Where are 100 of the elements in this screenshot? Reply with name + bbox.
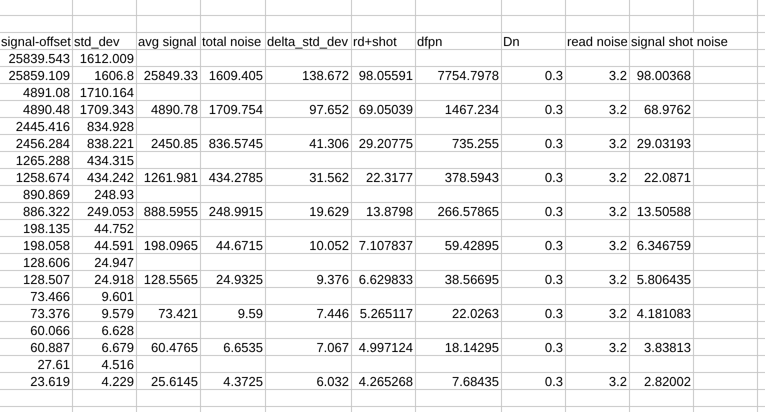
table-cell-text: 38.56695 (444, 271, 500, 287)
table-cell-text: 7.107837 (358, 237, 414, 253)
table-cell-text: 60.066 (29, 322, 71, 338)
table-cell-text: 4.997124 (358, 339, 414, 355)
table-cell-text: 3.2 (608, 101, 628, 117)
table-cell-text: 1710.164 (78, 84, 135, 100)
table-cell-text: 23.619 (29, 373, 71, 389)
table-cell-text: 7754.7978 (436, 67, 500, 83)
table-cell-text: 19.629 (308, 203, 350, 219)
table-cell-text: 4.229 (100, 373, 135, 389)
table-cell-text: 836.5745 (208, 135, 264, 151)
table-cell-text: 434.2785 (208, 169, 264, 185)
table-cell-text: 2456.284 (14, 135, 71, 151)
table-cell-text: 0.3 (544, 271, 564, 287)
table-cell-text: 4.265268 (358, 373, 414, 389)
table-cell-text: 2.82002 (643, 373, 692, 389)
table-cell-text: 25.6145 (150, 373, 199, 389)
table-cell-text: 248.9915 (208, 203, 264, 219)
column-header: signal-offset (0, 33, 72, 49)
table-cell-text: 128.507 (22, 271, 71, 287)
table-cell-text: 9.59 (236, 305, 264, 321)
table-cell-text: 22.3177 (365, 169, 414, 185)
table-cell-text: 97.652 (308, 101, 350, 117)
table-cell-text: 128.606 (22, 254, 71, 270)
table-cell-text: 128.5565 (142, 271, 199, 287)
table-cell-text: 0.3 (544, 373, 564, 389)
table-cell-text: 22.0263 (451, 305, 500, 321)
table-cell-text: 198.058 (22, 237, 71, 253)
table-cell-text: 0.3 (544, 135, 564, 151)
table-cell-text: 41.306 (308, 135, 350, 151)
table-cell-text: 3.2 (608, 305, 628, 321)
table-cell-text: 1612.009 (78, 50, 135, 66)
table-cell-text: 4891.08 (22, 84, 71, 100)
column-header: avg signal (137, 33, 198, 49)
table-cell-text: 1609.405 (208, 67, 264, 83)
table-cell-text: 27.61 (36, 356, 71, 372)
table-cell-text: 60.4765 (150, 339, 199, 355)
table-cell-text: 1261.981 (142, 169, 199, 185)
table-cell-text: 22.0871 (643, 169, 692, 185)
table-cell-text: 59.42895 (444, 237, 500, 253)
table-cell-text: 4890.78 (150, 101, 199, 117)
table-cell-text: 60.887 (29, 339, 71, 355)
table-cell-text: 9.376 (315, 271, 350, 287)
table-cell-text: 434.242 (86, 169, 135, 185)
table-cell-text: 378.5943 (444, 169, 500, 185)
table-cell-text: 10.052 (308, 237, 350, 253)
table-cell-text: 7.68435 (451, 373, 500, 389)
table-cell-text: 31.562 (308, 169, 350, 185)
table-cell-text: 24.947 (93, 254, 135, 270)
table-cell-text: 25849.33 (142, 67, 199, 83)
column-header: total noise (201, 33, 262, 49)
table-cell-text: 4.516 (100, 356, 135, 372)
table-cell-text: 25859.109 (8, 67, 71, 83)
table-cell-text: 73.421 (157, 305, 199, 321)
table-cell-text: 1467.234 (444, 101, 500, 117)
table-cell-text: 13.8798 (365, 203, 414, 219)
table-cell-text: 890.869 (22, 186, 71, 202)
table-cell-text: 73.466 (29, 288, 71, 304)
table-cell-text: 266.57865 (436, 203, 500, 219)
table-cell-text: 3.2 (608, 169, 628, 185)
table-cell-text: 3.2 (608, 67, 628, 83)
table-cell-text: 0.3 (544, 67, 564, 83)
table-cell-text: 3.83813 (643, 339, 692, 355)
table-cell-text: 6.628 (100, 322, 135, 338)
table-cell-text: 69.05039 (358, 101, 414, 117)
column-header: std_dev (73, 33, 121, 49)
column-header: rd+shot (352, 33, 398, 49)
table-cell-text: 1265.288 (14, 152, 71, 168)
table-cell-text: 18.14295 (444, 339, 500, 355)
table-cell-text: 3.2 (608, 339, 628, 355)
table-cell-text: 9.579 (100, 305, 135, 321)
table-cell-text: 6.679 (100, 339, 135, 355)
table-cell-text: 5.806435 (636, 271, 692, 287)
table-cell-text: 4890.48 (22, 101, 71, 117)
table-cell-text: 0.3 (544, 203, 564, 219)
table-cell-text: 24.918 (93, 271, 135, 287)
table-cell-text: 7.446 (315, 305, 350, 321)
table-cell-text: 834.928 (86, 118, 135, 134)
table-cell-text: 434.315 (86, 152, 135, 168)
table-cell-text: 0.3 (544, 169, 564, 185)
table-cell-text: 0.3 (544, 237, 564, 253)
column-header: delta_std_dev (266, 33, 349, 49)
column-header: Dn (502, 33, 521, 49)
table-cell-text: 0.3 (544, 101, 564, 117)
table-cell-text: 138.672 (301, 67, 350, 83)
table-cell-text: 6.629833 (358, 271, 414, 287)
table-cell-text: 13.50588 (636, 203, 692, 219)
table-cell-text: 98.00368 (636, 67, 692, 83)
table-cell-text: 73.376 (29, 305, 71, 321)
table-cell-text: 198.135 (22, 220, 71, 236)
table-cell-text: 1258.674 (14, 169, 71, 185)
table-cell-text: 838.221 (86, 135, 135, 151)
table-cell-text: 3.2 (608, 237, 628, 253)
table-cell-text: 29.03193 (636, 135, 692, 151)
table-cell-text: 6.346759 (636, 237, 692, 253)
table-cell-text: 24.9325 (215, 271, 264, 287)
table-cell-text: 25839.543 (8, 50, 71, 66)
table-cell-text: 44.591 (93, 237, 135, 253)
table-cell-text: 0.3 (544, 305, 564, 321)
table-cell-text: 198.0965 (142, 237, 199, 253)
